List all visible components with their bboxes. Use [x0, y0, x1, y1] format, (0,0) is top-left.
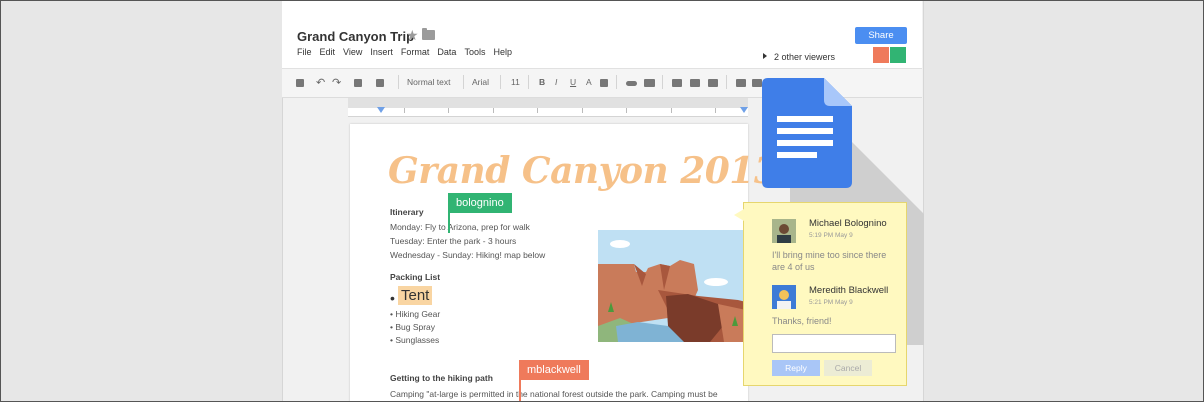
toolbar-divider	[528, 75, 529, 89]
menu-tools[interactable]: Tools	[464, 47, 485, 57]
toolbar-divider	[463, 75, 464, 89]
toolbar-divider	[398, 75, 399, 89]
collaborator-cursor-green	[448, 213, 450, 233]
hiking-heading: Getting to the hiking path	[390, 373, 493, 383]
underline-icon[interactable]: U	[570, 77, 576, 87]
align-center-icon[interactable]	[752, 79, 762, 87]
ruler[interactable]	[348, 108, 748, 117]
undo-icon[interactable]: ↶	[316, 76, 325, 89]
link-icon[interactable]	[626, 81, 637, 86]
menu-help[interactable]: Help	[493, 47, 512, 57]
star-icon[interactable]: ★	[406, 27, 419, 44]
document-heading: Grand Canyon 2013	[388, 150, 779, 192]
reply-button[interactable]: Reply	[772, 360, 820, 376]
viewers-count[interactable]: 2 other viewers	[774, 52, 835, 62]
collaborator-cursor-orange	[519, 380, 521, 402]
highlighted-item: Tent	[398, 286, 433, 305]
share-button[interactable]: Share	[855, 27, 907, 44]
bulleted-list-icon[interactable]	[690, 79, 700, 87]
highlight-icon[interactable]	[600, 79, 608, 87]
toolbar-divider	[726, 75, 727, 89]
comment-text: Thanks, friend!	[772, 316, 832, 326]
align-left-icon[interactable]	[736, 79, 746, 87]
right-indent-marker[interactable]	[740, 107, 748, 113]
document-title[interactable]: Grand Canyon Trip	[297, 29, 414, 44]
redo-icon[interactable]: ↷	[332, 76, 341, 89]
text-color-icon[interactable]: A	[586, 77, 592, 87]
packing-item: • Sunglasses	[390, 335, 440, 345]
print-icon[interactable]	[296, 79, 304, 87]
comment-text: I'll bring mine too since there are 4 of…	[772, 250, 887, 272]
clear-format-icon[interactable]	[376, 79, 384, 87]
reply-input[interactable]	[772, 334, 896, 353]
paint-format-icon[interactable]	[354, 79, 362, 87]
comment-timestamp: 5:21 PM May 9	[809, 299, 853, 306]
ruler-margin	[348, 98, 748, 108]
style-select[interactable]: Normal text	[407, 77, 450, 87]
toolbar-divider	[662, 75, 663, 89]
menu-view[interactable]: View	[343, 47, 362, 57]
itinerary-line: Tuesday: Enter the park - 3 hours	[390, 236, 517, 246]
image-icon[interactable]	[644, 79, 655, 87]
numbered-list-icon[interactable]	[672, 79, 682, 87]
left-indent-marker[interactable]	[377, 107, 385, 113]
expand-arrow-icon[interactable]	[763, 53, 767, 59]
bullet: •	[390, 290, 395, 306]
menu-edit[interactable]: Edit	[320, 47, 336, 57]
packing-item: • Bug Spray	[390, 322, 436, 332]
hiking-text: Camping "at-large is permitted in the na…	[390, 389, 718, 399]
indent-icon[interactable]	[708, 79, 718, 87]
itinerary-heading: Itinerary	[390, 207, 424, 217]
menu-bar: File Edit View Insert Format Data Tools …	[297, 47, 512, 57]
cancel-button[interactable]: Cancel	[824, 360, 872, 376]
italic-icon[interactable]: I	[555, 77, 557, 87]
font-size-select[interactable]: 11	[511, 77, 520, 87]
google-docs-icon	[762, 78, 852, 188]
menu-file[interactable]: File	[297, 47, 312, 57]
itinerary-line: Wednesday - Sunday: Hiking! map below	[390, 250, 546, 260]
comment-timestamp: 5:19 PM May 9	[809, 232, 853, 239]
commenter-name: Michael Bolognino	[809, 218, 887, 229]
collaborator-flag-green: bolognino	[448, 193, 512, 213]
toolbar-divider	[616, 75, 617, 89]
folder-icon[interactable]	[422, 28, 435, 40]
toolbar-divider	[500, 75, 501, 89]
packing-heading: Packing List	[390, 272, 441, 282]
collaborator-flag-orange: mblackwell	[519, 360, 589, 380]
viewer-avatar-green[interactable]	[890, 47, 906, 63]
bold-icon[interactable]: B	[539, 77, 545, 87]
menu-format[interactable]: Format	[401, 47, 430, 57]
canyon-illustration[interactable]	[598, 230, 746, 342]
commenter-name: Meredith Blackwell	[809, 285, 889, 296]
packing-item: • Hiking Gear	[390, 309, 441, 319]
menu-insert[interactable]: Insert	[370, 47, 393, 57]
viewer-avatar-orange[interactable]	[873, 47, 889, 63]
font-select[interactable]: Arial	[472, 77, 489, 87]
commenter-avatar	[772, 219, 796, 243]
itinerary-line: Monday: Fly to Arizona, prep for walk	[390, 222, 530, 232]
commenter-avatar	[772, 285, 796, 309]
menu-data[interactable]: Data	[437, 47, 456, 57]
